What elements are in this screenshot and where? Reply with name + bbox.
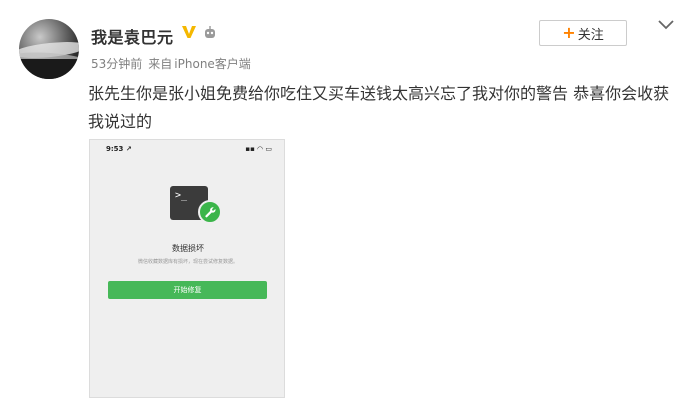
plus-icon: + — [562, 23, 576, 42]
source-client[interactable]: iPhone客户端 — [174, 57, 251, 71]
post-time[interactable]: 53分钟前 — [91, 57, 142, 71]
avatar[interactable] — [19, 19, 79, 79]
start-repair-button: 开始修复 — [108, 281, 267, 299]
post-meta: 53分钟前 来自 iPhone客户端 — [91, 55, 257, 72]
status-time: 9:53 ↗ — [106, 145, 132, 153]
follow-button[interactable]: + 关注 — [539, 20, 627, 46]
error-description: 微信收藏数据库有损坏，现在尝试修复数据。 — [137, 259, 238, 265]
post-text: 张先生你是张小姐免费给你吃住又买车送钱太高兴忘了我对你的警告 恭喜你会收获我说过… — [88, 84, 670, 131]
chevron-down-icon[interactable] — [657, 18, 675, 32]
status-icons: ▪▪ ◠ ▭ — [245, 145, 272, 153]
user-name[interactable]: 我是袁巴元 — [91, 24, 174, 48]
follow-label: 关注 — [577, 27, 604, 43]
verified-v-icon — [182, 26, 196, 38]
wrench-icon — [198, 200, 222, 224]
robot-icon — [205, 26, 215, 38]
post-image[interactable]: 9:53 ↗ ▪▪ ◠ ▭ >_ 数据损坏 微信收藏数据库有损坏，现在尝试修复数… — [89, 139, 285, 398]
error-title: 数据损坏 — [172, 244, 204, 253]
source-prefix: 来自 — [148, 57, 173, 71]
